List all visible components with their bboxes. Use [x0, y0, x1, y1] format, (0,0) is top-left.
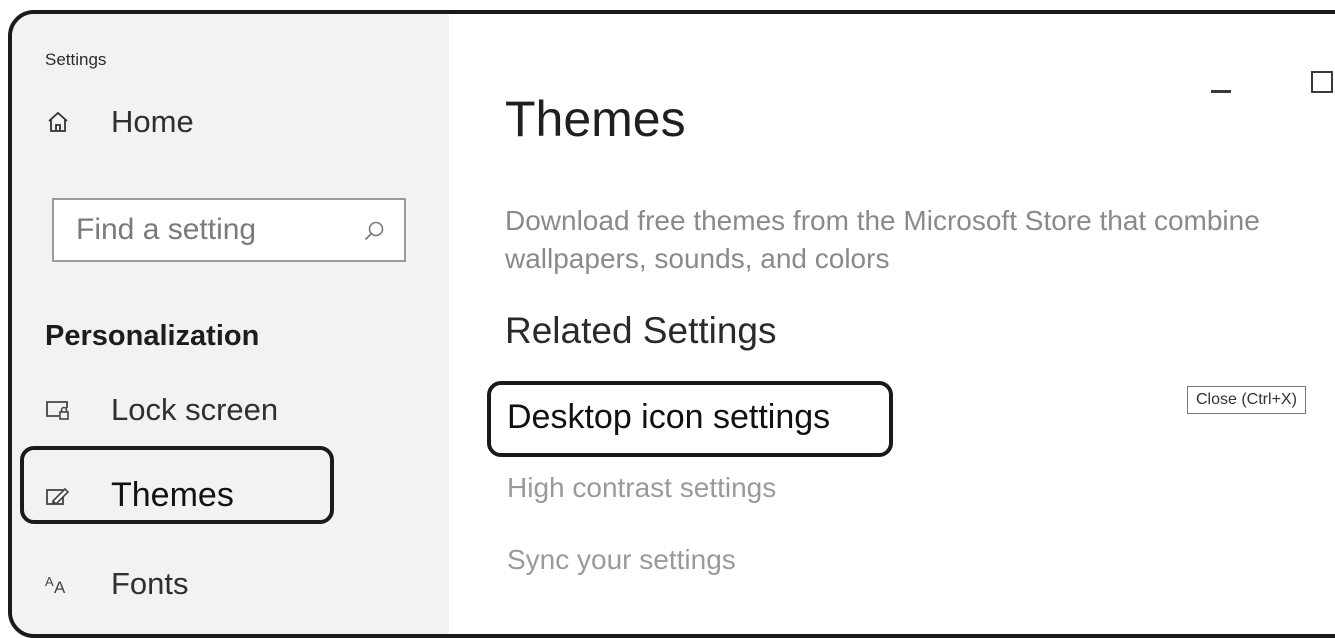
page-title: Themes — [505, 91, 686, 147]
home-icon — [45, 109, 71, 135]
app-title: Settings — [45, 50, 107, 69]
themes-icon — [45, 483, 71, 509]
maximize-icon — [1311, 71, 1333, 93]
minimize-button[interactable] — [1201, 68, 1241, 98]
sidebar-item-label: Fonts — [111, 566, 189, 601]
desktop-icon-settings-link[interactable]: Desktop icon settings — [507, 398, 830, 437]
section-heading: Personalization — [45, 320, 260, 352]
sidebar-item-fonts[interactable]: A A Fonts — [45, 566, 189, 602]
maximize-button[interactable] — [1301, 68, 1335, 98]
sidebar-item-label: Home — [111, 104, 194, 139]
search-input[interactable] — [54, 200, 376, 260]
svg-text:A: A — [54, 578, 66, 596]
minimize-icon — [1211, 90, 1231, 93]
sidebar-item-lock-screen[interactable]: Lock screen — [45, 392, 278, 428]
sidebar-item-themes[interactable]: Themes — [45, 476, 234, 515]
search-icon[interactable] — [362, 219, 386, 243]
close-tooltip: Close (Ctrl+X) — [1187, 386, 1306, 414]
sidebar-item-label: Themes — [111, 476, 234, 514]
sidebar-item-home[interactable]: Home — [45, 104, 194, 140]
lock-screen-icon — [45, 397, 71, 423]
related-settings-heading: Related Settings — [505, 310, 777, 351]
themes-description: Download free themes from the Microsoft … — [505, 205, 1260, 274]
high-contrast-settings-link[interactable]: High contrast settings — [507, 472, 776, 504]
sync-settings-link[interactable]: Sync your settings — [507, 544, 736, 576]
settings-window: Settings Home Personalization — [8, 10, 1335, 638]
sidebar-item-label: Lock screen — [111, 392, 279, 427]
main-content: Themes Download free themes from the Mic… — [449, 14, 1335, 634]
svg-text:A: A — [45, 574, 54, 589]
search-box[interactable] — [52, 198, 406, 262]
fonts-icon: A A — [45, 571, 71, 597]
sidebar: Settings Home Personalization — [12, 14, 449, 634]
